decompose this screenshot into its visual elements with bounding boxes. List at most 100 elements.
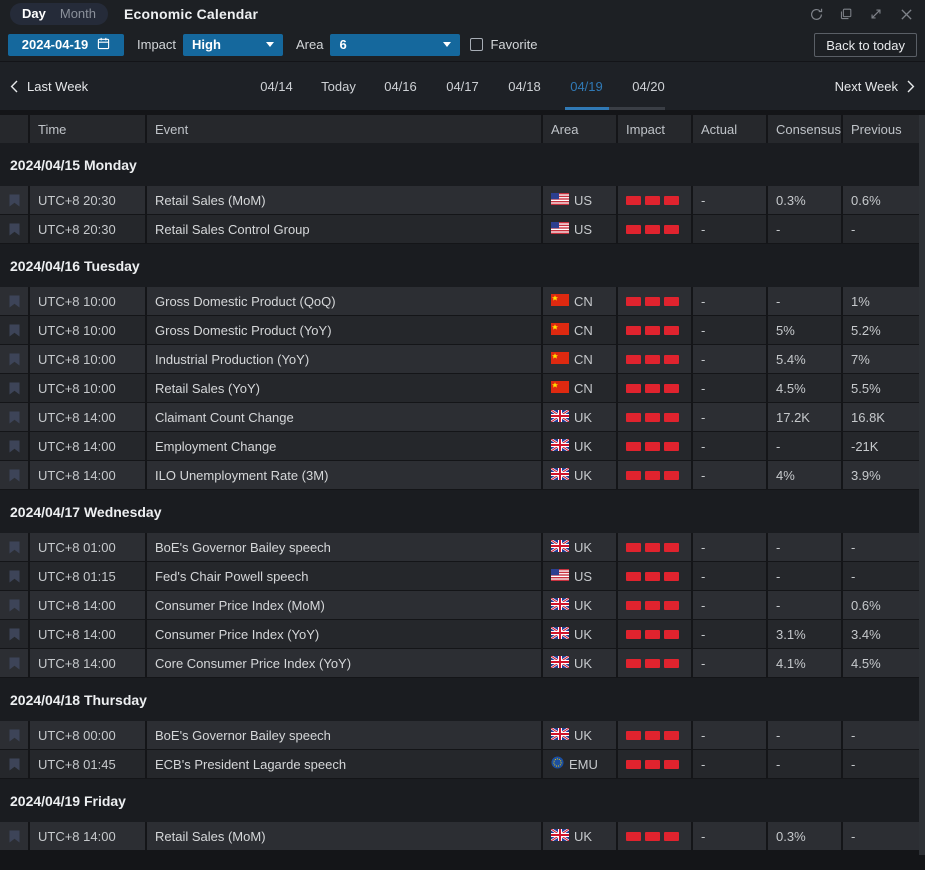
flag-icon-uk [551,656,569,671]
flag-icon-cn [551,381,569,396]
last-week-button[interactable]: Last Week [10,79,88,94]
day-tab-04-18[interactable]: 04/18 [494,62,556,110]
event-time: UTC+8 00:00 [28,721,145,750]
event-time: UTC+8 01:15 [28,562,145,591]
event-impact [616,374,691,403]
impact-select[interactable]: High [183,34,283,56]
bookmark-icon[interactable] [0,562,28,591]
favorite-checkbox[interactable]: Favorite [470,37,537,52]
event-name: BoE's Governor Bailey speech [145,721,541,750]
flag-icon-cn [551,352,569,367]
impact-high-bars [626,659,679,668]
event-area: UK [541,533,616,562]
bookmark-icon[interactable] [0,374,28,403]
event-row[interactable]: UTC+8 10:00Gross Domestic Product (QoQ)C… [0,287,925,316]
flag-icon-us [551,193,569,208]
event-actual: - [691,620,766,649]
event-name: Retail Sales (MoM) [145,822,541,851]
event-area: CN [541,374,616,403]
event-row[interactable]: UTC+8 14:00Consumer Price Index (YoY)UK-… [0,620,925,649]
bookmark-icon[interactable] [0,649,28,678]
event-area: US [541,562,616,591]
chevron-left-icon [10,80,18,93]
duplicate-icon[interactable] [837,5,855,23]
bookmark-icon[interactable] [0,345,28,374]
event-consensus: - [766,287,841,316]
event-previous: 5.2% [841,316,925,345]
close-icon[interactable] [897,5,915,23]
event-row[interactable]: UTC+8 01:45ECB's President Lagarde speec… [0,750,925,779]
day-tab-04-20[interactable]: 04/20 [618,62,680,110]
event-row[interactable]: UTC+8 14:00Retail Sales (MoM)UK-0.3%- [0,822,925,851]
event-actual: - [691,345,766,374]
day-tab-today[interactable]: Today [308,62,370,110]
event-consensus: 17.2K [766,403,841,432]
refresh-icon[interactable] [807,5,825,23]
event-row[interactable]: UTC+8 14:00Consumer Price Index (MoM)UK-… [0,591,925,620]
bookmark-icon[interactable] [0,620,28,649]
vertical-scrollbar[interactable] [919,115,925,855]
day-tab-strip: 04/14Today04/1604/1704/1804/1904/20 [246,62,680,110]
event-time: UTC+8 10:00 [28,316,145,345]
bookmark-icon[interactable] [0,461,28,490]
bookmark-icon[interactable] [0,316,28,345]
next-week-button[interactable]: Next Week [835,79,915,94]
bookmark-icon[interactable] [0,186,28,215]
bookmark-icon[interactable] [0,432,28,461]
bookmark-icon[interactable] [0,822,28,851]
last-week-label: Last Week [27,79,88,94]
event-row[interactable]: UTC+8 10:00Retail Sales (YoY)CN-4.5%5.5% [0,374,925,403]
bookmark-icon[interactable] [0,287,28,316]
event-time: UTC+8 14:00 [28,432,145,461]
day-tab-04-19[interactable]: 04/19 [556,62,618,110]
event-consensus: 3.1% [766,620,841,649]
area-select[interactable]: 6 [330,34,460,56]
view-tab-day[interactable]: Day [22,3,46,25]
date-input[interactable]: 2024-04-19 [8,34,124,56]
day-section-header: 2024/04/16 Tuesday [0,244,925,287]
event-row[interactable]: UTC+8 00:00BoE's Governor Bailey speechU… [0,721,925,750]
flag-icon-cn [551,294,569,309]
event-row[interactable]: UTC+8 20:30Retail Sales (MoM)US-0.3%0.6% [0,186,925,215]
event-row[interactable]: UTC+8 14:00Core Consumer Price Index (Yo… [0,649,925,678]
event-row[interactable]: UTC+8 20:30Retail Sales Control GroupUS-… [0,215,925,244]
bookmark-icon[interactable] [0,215,28,244]
bookmark-icon[interactable] [0,591,28,620]
titlebar: DayMonth Economic Calendar [0,0,925,28]
impact-high-bars [626,413,679,422]
scrollbar-thumb[interactable] [919,115,925,855]
view-tab-month[interactable]: Month [60,3,96,25]
bookmark-icon[interactable] [0,403,28,432]
event-actual: - [691,461,766,490]
impact-high-bars [626,384,679,393]
day-tab-04-17[interactable]: 04/17 [432,62,494,110]
event-impact [616,620,691,649]
event-impact [616,215,691,244]
event-area: CN [541,316,616,345]
event-name: Industrial Production (YoY) [145,345,541,374]
event-row[interactable]: UTC+8 01:00BoE's Governor Bailey speechU… [0,533,925,562]
event-row[interactable]: UTC+8 01:15Fed's Chair Powell speechUS--… [0,562,925,591]
day-tab-04-16[interactable]: 04/16 [370,62,432,110]
event-consensus: 4.1% [766,649,841,678]
day-section-header: 2024/04/15 Monday [0,143,925,186]
event-row[interactable]: UTC+8 10:00Industrial Production (YoY)CN… [0,345,925,374]
day-tab-04-14[interactable]: 04/14 [246,62,308,110]
impact-label: Impact [137,37,176,52]
event-row[interactable]: UTC+8 10:00Gross Domestic Product (YoY)C… [0,316,925,345]
bookmark-icon[interactable] [0,750,28,779]
expand-icon[interactable] [867,5,885,23]
impact-high-bars [626,471,679,480]
column-header-time: Time [28,115,145,143]
flag-icon-uk [551,410,569,425]
back-to-today-button[interactable]: Back to today [814,33,917,57]
event-row[interactable]: UTC+8 14:00Claimant Count ChangeUK-17.2K… [0,403,925,432]
event-row[interactable]: UTC+8 14:00Employment ChangeUK---21K [0,432,925,461]
checkbox-icon [470,38,483,51]
filter-bar: 2024-04-19 Impact High Area 6 Favorite B… [0,28,925,62]
bookmark-icon[interactable] [0,533,28,562]
bookmark-icon[interactable] [0,721,28,750]
event-row[interactable]: UTC+8 14:00ILO Unemployment Rate (3M)UK-… [0,461,925,490]
event-actual: - [691,533,766,562]
event-actual: - [691,403,766,432]
